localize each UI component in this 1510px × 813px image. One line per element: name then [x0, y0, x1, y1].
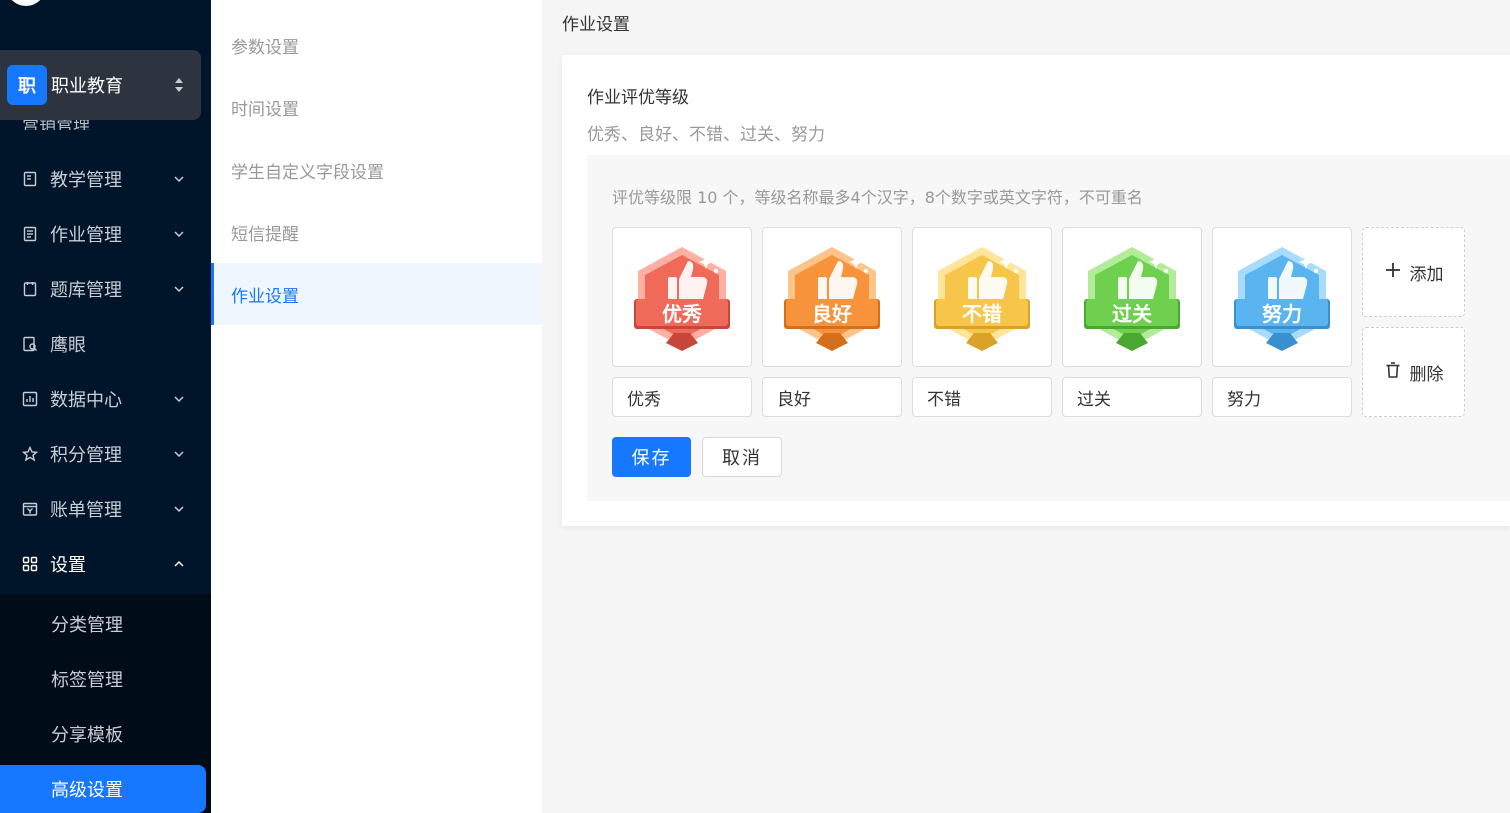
grade-badge-box[interactable]: 优秀	[612, 227, 752, 367]
grade-name-input[interactable]	[1212, 377, 1352, 417]
nav-item-params[interactable]: 参数设置	[211, 14, 542, 76]
badge-text: 优秀	[662, 302, 702, 326]
badge-text: 不错	[962, 302, 1002, 326]
chevron-down-icon	[173, 389, 185, 410]
sidebar-item-points[interactable]: 积分管理	[0, 428, 211, 480]
section-title: 作业评优等级	[587, 88, 689, 108]
nav-item-time[interactable]: 时间设置	[211, 76, 542, 138]
sidebar-item-eagle-eye[interactable]: 鹰眼	[0, 318, 211, 370]
logo	[6, 0, 46, 6]
thumbs-up-badge-icon: 良好	[784, 247, 880, 351]
plus-icon	[1384, 261, 1402, 284]
eye-search-icon	[22, 336, 38, 352]
sidebar-item-label: 设置	[50, 555, 86, 576]
sidebar-subitem-advanced-settings[interactable]: 高级设置	[0, 765, 206, 813]
grade-name-input[interactable]	[1062, 377, 1202, 417]
star-icon	[22, 446, 38, 462]
add-grade-button[interactable]: 添加	[1362, 227, 1465, 317]
sidebar-item-question-bank[interactable]: 题库管理	[0, 263, 211, 315]
thumbs-up-badge-icon: 过关	[1084, 247, 1180, 351]
sidebar-item-label: 题库管理	[50, 280, 122, 301]
section-description: 优秀、良好、不错、过关、努力	[587, 125, 825, 145]
save-button[interactable]: 保存	[612, 437, 691, 477]
org-name: 职业教育	[51, 76, 123, 97]
sidebar-item-data-center[interactable]: 数据中心	[0, 373, 211, 425]
grid-icon	[22, 556, 38, 572]
delete-grade-button[interactable]: 删除	[1362, 327, 1465, 417]
org-badge: 职	[7, 65, 47, 105]
bar-chart-icon	[22, 391, 38, 407]
chevron-down-icon	[173, 279, 185, 300]
chevron-down-icon	[173, 444, 185, 465]
nav-item-homework-settings[interactable]: 作业设置	[211, 263, 542, 325]
sidebar-item-label: 积分管理	[50, 445, 122, 466]
switch-icon	[173, 78, 185, 92]
grade-hint: 评优等级限 10 个，等级名称最多4个汉字，8个数字或英文字符，不可重名	[612, 188, 1143, 207]
add-label: 添加	[1409, 264, 1444, 285]
sidebar-item-teaching[interactable]: 教学管理	[0, 153, 211, 205]
grade-badge-box[interactable]: 良好	[762, 227, 902, 367]
grade-name-input[interactable]	[612, 377, 752, 417]
sidebar-subitem-category[interactable]: 分类管理	[0, 600, 211, 648]
page-title: 作业设置	[562, 15, 630, 35]
sidebar-item-homework[interactable]: 作业管理	[0, 208, 211, 260]
grade-badge-box[interactable]: 不错	[912, 227, 1052, 367]
cancel-button[interactable]: 取消	[702, 437, 782, 477]
sidebar-item-settings[interactable]: 设置	[0, 538, 211, 590]
thumbs-up-badge-icon: 优秀	[634, 247, 730, 351]
thumbs-up-badge-icon: 不错	[934, 247, 1030, 351]
thumbs-up-badge-icon: 努力	[1234, 247, 1330, 351]
sidebar-item-label: 鹰眼	[50, 335, 86, 356]
badge-text: 过关	[1112, 302, 1152, 326]
settings-nav: 参数设置 时间设置 学生自定义字段设置 短信提醒 作业设置	[211, 0, 542, 813]
sidebar-item-billing[interactable]: 账单管理	[0, 483, 211, 535]
chevron-up-icon	[173, 554, 185, 575]
chevron-down-icon	[173, 224, 185, 245]
sidebar-item-label: 账单管理	[50, 500, 122, 521]
sidebar-item-partial[interactable]: 营销管理	[22, 120, 122, 130]
settings-card: 作业评优等级 优秀、良好、不错、过关、努力 评优等级限 10 个，等级名称最多4…	[562, 55, 1510, 526]
chevron-down-icon	[173, 169, 185, 190]
org-switcher[interactable]: 职 职业教育	[0, 50, 201, 120]
book-icon	[22, 171, 38, 187]
main-sidebar: 职 职业教育 营销管理 教学管理 作业管理 题库管理 鹰眼 数据中心 积分管理 …	[0, 0, 211, 813]
bill-icon	[22, 501, 38, 517]
grade-editor: 评优等级限 10 个，等级名称最多4个汉字，8个数字或英文字符，不可重名 优秀 良…	[587, 155, 1510, 501]
badge-text: 努力	[1262, 302, 1302, 326]
grade-name-input[interactable]	[912, 377, 1052, 417]
main-content: 作业设置 作业评优等级 优秀、良好、不错、过关、努力 评优等级限 10 个，等级…	[542, 0, 1510, 813]
grade-badge-box[interactable]: 努力	[1212, 227, 1352, 367]
nav-item-sms[interactable]: 短信提醒	[211, 201, 542, 263]
sidebar-subitem-tags[interactable]: 标签管理	[0, 655, 211, 703]
settings-submenu: 分类管理 标签管理 分享模板 高级设置	[0, 594, 211, 813]
grade-name-input[interactable]	[762, 377, 902, 417]
trash-icon	[1384, 361, 1402, 384]
delete-label: 删除	[1409, 364, 1444, 385]
document-icon	[22, 226, 38, 242]
badge-text: 良好	[812, 302, 852, 326]
sidebar-item-label: 数据中心	[50, 390, 122, 411]
grade-badge-box[interactable]: 过关	[1062, 227, 1202, 367]
sidebar-item-label: 作业管理	[50, 225, 122, 246]
chevron-down-icon	[173, 499, 185, 520]
nav-item-student-fields[interactable]: 学生自定义字段设置	[211, 139, 542, 201]
clipboard-icon	[22, 281, 38, 297]
sidebar-item-label: 教学管理	[50, 170, 122, 191]
sidebar-subitem-share-template[interactable]: 分享模板	[0, 710, 211, 758]
